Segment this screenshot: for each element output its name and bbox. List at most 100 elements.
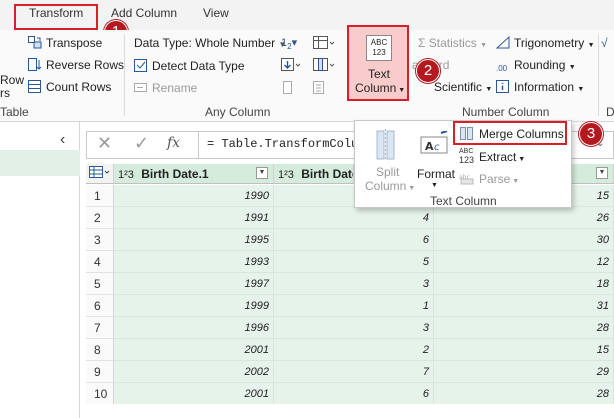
table-cell-birth-date-2[interactable]: 4 (274, 207, 434, 229)
reverse-rows-button[interactable]: Reverse Rows (28, 58, 124, 72)
table-cell-birth-date-1[interactable]: 1993 (114, 251, 274, 273)
unknown-icon[interactable] (281, 81, 295, 98)
information-button[interactable]: Information ▼ (496, 80, 584, 94)
row-button-label[interactable]: Row (0, 73, 24, 87)
row-number[interactable]: 3 (86, 229, 114, 251)
split-column-button[interactable]: Split Column ▼ (365, 127, 415, 193)
table-cell-birth-date-1[interactable]: 2001 (114, 339, 274, 361)
square-root-icon[interactable]: √ (601, 36, 608, 50)
rounding-button[interactable]: .00 Rounding ▼ (496, 58, 576, 77)
tab-view[interactable]: View (203, 6, 229, 20)
table-cell-birth-date-3[interactable]: 18 (434, 273, 614, 295)
detect-data-type-icon (134, 59, 148, 72)
table-cell-birth-date-2[interactable]: 6 (274, 383, 434, 405)
table-select-corner[interactable] (86, 164, 114, 184)
table-cell-birth-date-3[interactable]: 12 (434, 251, 614, 273)
row-number[interactable]: 8 (86, 339, 114, 361)
extract-label-text: Extract (479, 150, 517, 164)
selected-query-item[interactable] (0, 150, 80, 176)
column-filter-dropdown[interactable]: ▼ (596, 167, 608, 179)
detect-data-type-button[interactable]: Detect Data Type (134, 59, 245, 73)
fill-down-icon[interactable] (281, 58, 301, 75)
row-number[interactable]: 4 (86, 251, 114, 273)
row-number[interactable]: 2 (86, 207, 114, 229)
text-column-button[interactable]: ABC 123 Text Column ▼ (347, 25, 409, 101)
table-cell-birth-date-3[interactable]: 28 (434, 383, 614, 405)
column-header-birth-date-3[interactable]: ▼ (572, 164, 614, 184)
move-column-icon[interactable] (313, 58, 335, 75)
scientific-button[interactable]: Scientific ▼ (434, 80, 492, 94)
chevron-down-icon: ▼ (431, 182, 438, 189)
table-cell-birth-date-1[interactable]: 1999 (114, 295, 274, 317)
text-column-icon: ABC 123 (366, 35, 392, 61)
rename-button[interactable]: Rename (134, 81, 197, 95)
row-number[interactable]: 7 (86, 317, 114, 339)
transpose-button[interactable]: Transpose (28, 36, 102, 50)
table-cell-birth-date-1[interactable]: 1997 (114, 273, 274, 295)
chevron-down-icon: ▼ (480, 42, 488, 49)
table-icon (89, 166, 110, 178)
table-cell-birth-date-2[interactable]: 7 (274, 361, 434, 383)
column-filter-dropdown[interactable]: ▼ (256, 167, 268, 179)
any-column-group-label: Any Column (205, 105, 271, 119)
ribbon: Row rs Transpose Reverse Rows Count Rows… (0, 25, 614, 122)
table-cell-birth-date-3[interactable]: 30 (434, 229, 614, 251)
table-cell-birth-date-2[interactable]: 2 (274, 339, 434, 361)
table-cell-birth-date-1[interactable]: 2001 (114, 383, 274, 405)
table-cell-birth-date-3[interactable]: 29 (434, 361, 614, 383)
format-label: Format (417, 167, 456, 181)
row-number[interactable]: 6 (86, 295, 114, 317)
table-cell-birth-date-3[interactable]: 26 (434, 207, 614, 229)
whole-number-type-icon[interactable]: 1²3 (278, 169, 294, 181)
chevron-down-icon: ▼ (577, 86, 585, 93)
row-number[interactable]: 10 (86, 383, 114, 405)
cancel-formula-icon[interactable]: ✕ (97, 133, 112, 154)
rename-label: Rename (152, 81, 198, 95)
information-label: Information (514, 80, 575, 94)
collapse-pane-chevron-icon[interactable]: ‹ (60, 131, 65, 149)
table-cell-birth-date-2[interactable]: 3 (274, 273, 434, 295)
table-cell-birth-date-2[interactable]: 3 (274, 317, 434, 339)
table-cell-birth-date-3[interactable]: 15 (434, 339, 614, 361)
tab-add-column[interactable]: Add Column (111, 6, 177, 20)
table-cell-birth-date-3[interactable]: 31 (434, 295, 614, 317)
chevron-down-icon: ▼ (587, 42, 595, 49)
column-header-birth-date-1[interactable]: 1²3 Birth Date.1 ▼ (114, 164, 274, 184)
replace-values-icon[interactable]: 12▾ (281, 36, 297, 51)
row-number[interactable]: 1 (86, 185, 114, 207)
extract-button[interactable]: ABC 123 Extract ▼ (457, 148, 547, 168)
table-cell-birth-date-1[interactable]: 1996 (114, 317, 274, 339)
table-cell-birth-date-3[interactable]: 28 (434, 317, 614, 339)
parse-button[interactable]: abc Parse ▼ (457, 171, 547, 189)
column-header-birth-date-2[interactable]: 1²3 Birth Date. (274, 164, 354, 184)
whole-number-type-icon[interactable]: 1²3 (118, 169, 134, 181)
rename-icon (134, 81, 148, 94)
table-cell-birth-date-2[interactable]: 5 (274, 251, 434, 273)
table-cell-birth-date-1[interactable]: 2002 (114, 361, 274, 383)
row-number[interactable]: 5 (86, 273, 114, 295)
ribbon-tab-bar: Transform Add Column View 1 (0, 0, 614, 44)
group-separator (124, 34, 125, 116)
table-cell-birth-date-2[interactable]: 6 (274, 229, 434, 251)
trigonometry-button[interactable]: Trigonometry ▼ (495, 35, 595, 50)
statistics-button[interactable]: Σ Statistics ▼ (418, 36, 487, 50)
table-cell-birth-date-1[interactable]: 1995 (114, 229, 274, 251)
table-cell-birth-date-1[interactable]: 1990 (114, 185, 274, 207)
confirm-formula-icon[interactable]: ✓ (134, 133, 149, 154)
table-cell-birth-date-1[interactable]: 1991 (114, 207, 274, 229)
table-cell-birth-date-2[interactable]: 1 (274, 295, 434, 317)
split-column-label: Split (376, 165, 400, 179)
tab-transform[interactable]: Transform (29, 6, 83, 20)
fx-icon[interactable]: fx (167, 135, 180, 151)
count-rows-button[interactable]: Count Rows (28, 80, 111, 94)
row-button-label-2[interactable]: rs (0, 86, 10, 100)
pivot-column-icon[interactable] (313, 36, 335, 53)
data-type-dropdown[interactable]: Data Type: Whole Number ▼ (134, 36, 286, 50)
convert-to-list-icon[interactable] (313, 81, 327, 98)
split-column-label-2: Column ▼ (365, 179, 415, 193)
rounding-label: Rounding (514, 58, 566, 72)
text-column-icon-abc: ABC (370, 38, 388, 47)
format-button[interactable]: A c Format ▼ (415, 127, 455, 189)
row-number[interactable]: 9 (86, 361, 114, 383)
merge-columns-button[interactable]: Merge Columns (453, 121, 567, 145)
